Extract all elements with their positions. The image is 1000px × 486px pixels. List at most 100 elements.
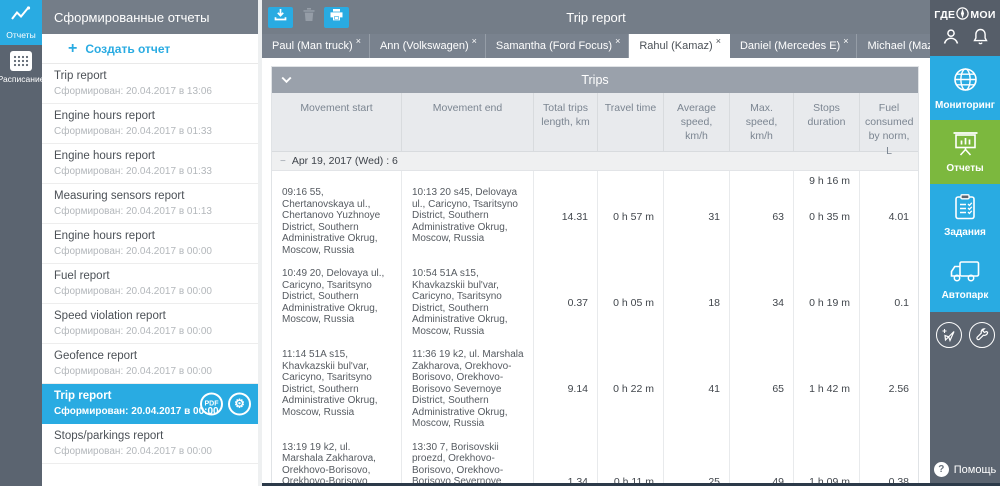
pdf-button[interactable]: PDF — [200, 392, 223, 415]
movement-end-cell: 10:54 51A s15, Khavkazskii bul'var, Cari… — [402, 262, 534, 343]
report-item-title: Engine hours report — [54, 110, 246, 122]
gear-icon[interactable]: ⚙ — [228, 392, 251, 415]
nav-item-label: Отчеты — [946, 163, 983, 174]
report-list-item[interactable]: Trip report Сформирован: 20.04.2017 в 00… — [42, 384, 258, 424]
trips-table-header: Trips — [272, 67, 918, 93]
print-button[interactable] — [324, 7, 349, 28]
panel-title: Сформированные отчеты — [42, 0, 258, 34]
rail-item-schedule[interactable]: Расписание — [0, 45, 42, 89]
navigation-arrow-button[interactable] — [936, 322, 962, 348]
report-list-item[interactable]: Engine hours report Сформирован: 20.04.2… — [42, 224, 258, 264]
travel-time-cell: 0 h 57 m — [598, 171, 664, 262]
nav-item-monitoring[interactable]: Мониторинг — [930, 56, 1000, 120]
bell-icon[interactable] — [973, 28, 988, 50]
trip-length-cell: 9.14 — [534, 343, 598, 436]
collapse-group-icon[interactable]: − — [280, 156, 286, 167]
nav-item-label: Автопарк — [942, 290, 989, 301]
report-item-title: Trip report — [54, 70, 246, 82]
report-content: Trips Movement startMovement endTotal tr… — [262, 58, 930, 486]
wrench-button[interactable] — [969, 322, 995, 348]
report-item-title: Speed violation report — [54, 310, 246, 322]
report-item-timestamp: Сформирован: 20.04.2017 в 00:00 — [54, 286, 246, 297]
stops-duration-cell: 1 h 42 m — [794, 343, 860, 436]
nav-item-label: Задания — [944, 227, 986, 238]
report-item-timestamp: Сформирован: 20.04.2017 в 00:00 — [54, 246, 246, 257]
max-speed-cell: 65 — [730, 343, 794, 436]
delete-button[interactable] — [296, 7, 321, 28]
tab-close-icon[interactable]: × — [843, 36, 848, 46]
movement-start-cell: 11:14 51A s15, Khavkazskii bul'var, Cari… — [272, 343, 402, 436]
compass-icon — [956, 7, 969, 23]
stops-duration-value: 0 h 19 m — [809, 297, 850, 309]
report-item-timestamp: Сформирован: 20.04.2017 в 13:06 — [54, 86, 246, 97]
brand-logo: ГДЕ МОИ — [930, 7, 1000, 23]
tracker-tab[interactable]: Daniel (Mercedes E) × — [730, 34, 858, 58]
schedule-grid-icon — [10, 51, 32, 71]
report-item-title: Fuel report — [54, 270, 246, 282]
tracker-tab[interactable]: Ann (Volkswagen) × — [370, 34, 486, 58]
report-viewer: Trip report Paul (Man truck) × Ann (Volk… — [262, 0, 930, 486]
help-label: Помощь — [954, 464, 997, 476]
tab-close-icon[interactable]: × — [356, 36, 361, 46]
report-toolbar: Trip report — [262, 0, 930, 34]
fuel-consumed-cell: 4.01 — [860, 171, 918, 262]
report-item-timestamp: Сформирован: 20.04.2017 в 00:00 — [54, 366, 246, 377]
left-icon-rail: Отчеты Расписание — [0, 0, 42, 486]
download-button[interactable] — [268, 7, 293, 28]
report-list-item[interactable]: Engine hours report Сформирован: 20.04.2… — [42, 144, 258, 184]
movement-start-cell: 09:16 55, Chertanovskaya ul., Chertanovo… — [272, 171, 402, 262]
report-list-item[interactable]: Geofence report Сформирован: 20.04.2017 … — [42, 344, 258, 384]
report-item-title: Engine hours report — [54, 230, 246, 242]
report-item-title: Stops/parkings report — [54, 430, 246, 442]
tab-close-icon[interactable]: × — [615, 36, 620, 46]
report-title: Trip report — [262, 10, 930, 25]
movement-end-cell: 11:36 19 k2, ul. Marshala Zakharova, Ore… — [402, 343, 534, 436]
report-item-title: Engine hours report — [54, 150, 246, 162]
trips-column-headers: Movement startMovement endTotal trips le… — [272, 93, 918, 152]
column-header: Average speed, km/h — [664, 93, 730, 151]
report-list-item[interactable]: Fuel report Сформирован: 20.04.2017 в 00… — [42, 264, 258, 304]
trips-table-title: Trips — [272, 73, 918, 87]
tab-close-icon[interactable]: × — [472, 36, 477, 46]
user-icon[interactable] — [942, 28, 960, 50]
tracker-tab[interactable]: Paul (Man truck) × — [262, 34, 370, 58]
report-list-item[interactable]: Speed violation report Сформирован: 20.0… — [42, 304, 258, 344]
max-speed-cell: 49 — [730, 436, 794, 486]
help-button[interactable]: ? Помощь — [930, 462, 1000, 477]
rail-item-label: Отчеты — [6, 30, 35, 40]
stops-duration-value: 0 h 35 m — [809, 211, 850, 223]
report-list-item[interactable]: Stops/parkings report Сформирован: 20.04… — [42, 424, 258, 464]
print-icon — [330, 8, 343, 26]
question-icon: ? — [934, 462, 949, 477]
nav-item-fleet[interactable]: Автопарк — [930, 248, 1000, 312]
tracker-tab[interactable]: Samantha (Ford Focus) × — [486, 34, 629, 58]
tab-label: Samantha (Ford Focus) — [496, 40, 612, 52]
travel-time-cell: 0 h 22 m — [598, 343, 664, 436]
date-group-row: − Apr 19, 2017 (Wed) : 6 — [272, 152, 918, 171]
truck-icon — [950, 260, 980, 286]
avg-speed-cell: 25 — [664, 436, 730, 486]
nav-item-reports[interactable]: Отчеты — [930, 120, 1000, 184]
generated-reports-panel: Сформированные отчеты + Создать отчет Tr… — [42, 0, 262, 486]
tab-close-icon[interactable]: × — [716, 36, 721, 46]
chevron-down-icon[interactable] — [281, 76, 292, 84]
column-header: Total trips length, km — [534, 93, 598, 151]
create-report-button[interactable]: + Создать отчет — [42, 34, 258, 64]
avg-speed-cell: 18 — [664, 262, 730, 343]
nav-item-tasks[interactable]: Задания — [930, 184, 1000, 248]
column-header: Stops duration — [794, 93, 860, 151]
tracker-tab[interactable]: Michael (Mazda 6) × — [857, 34, 930, 58]
report-list-item[interactable]: Engine hours report Сформирован: 20.04.2… — [42, 104, 258, 144]
report-list: Trip report Сформирован: 20.04.2017 в 13… — [42, 64, 258, 486]
stops-duration-cell: 9 h 16 m0 h 35 m — [794, 171, 860, 262]
tracker-tab[interactable]: Rahul (Kamaz) × — [629, 34, 730, 58]
column-header: Movement end — [402, 93, 534, 151]
trip-length-cell: 0.37 — [534, 262, 598, 343]
report-list-item[interactable]: Trip report Сформирован: 20.04.2017 в 13… — [42, 64, 258, 104]
report-list-item[interactable]: Measuring sensors report Сформирован: 20… — [42, 184, 258, 224]
trip-row: 13:19 19 k2, ul. Marshala Zakharova, Ore… — [272, 436, 918, 486]
globe-icon — [952, 66, 979, 96]
report-item-timestamp: Сформирован: 20.04.2017 в 01:33 — [54, 166, 246, 177]
logo-text-right: МОИ — [970, 9, 995, 21]
rail-item-reports[interactable]: Отчеты — [0, 0, 42, 45]
